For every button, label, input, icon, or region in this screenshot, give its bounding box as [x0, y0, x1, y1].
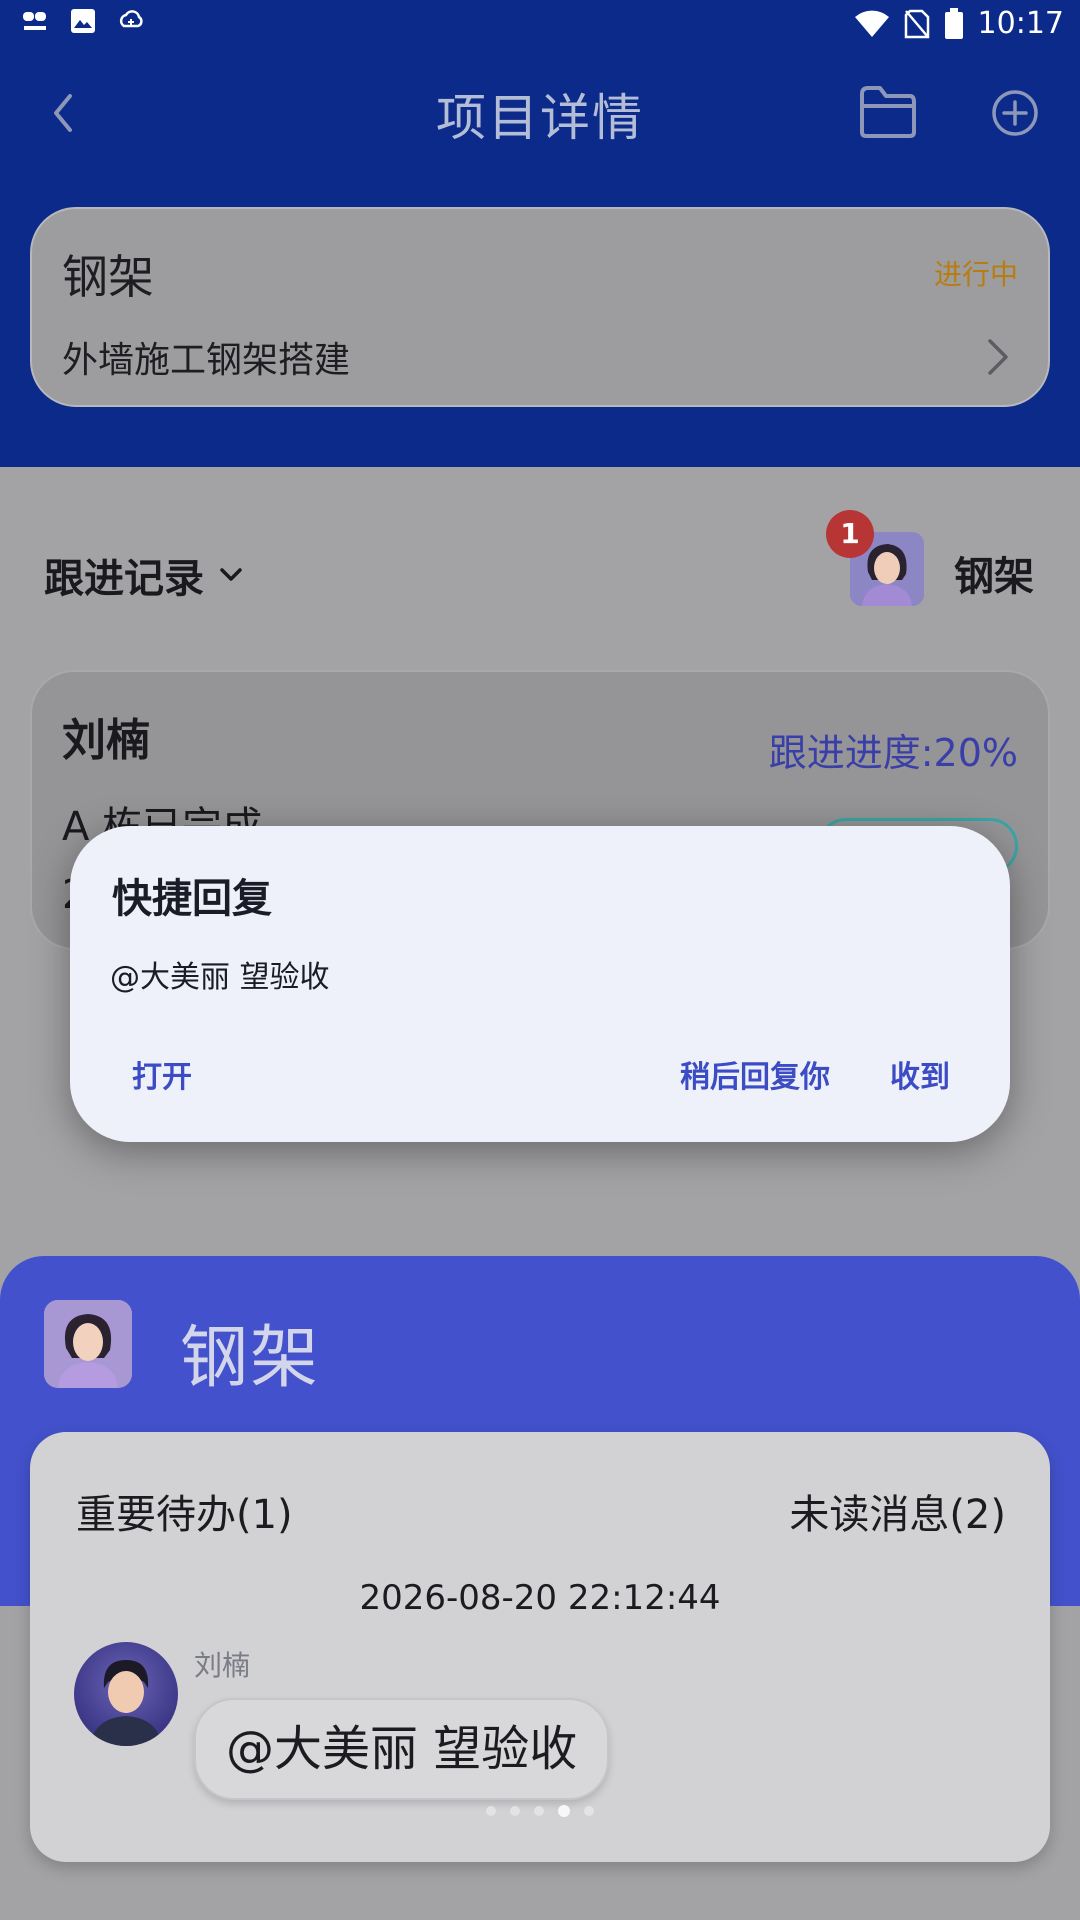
cloud-app-icon — [23, 12, 46, 30]
dialog-message: @大美丽 望验收 — [110, 960, 330, 995]
no-sim-icon — [904, 9, 929, 38]
image-icon — [71, 9, 95, 33]
notification-title: 钢架 — [180, 1319, 321, 1398]
status-bar: 10:17 — [0, 0, 1080, 50]
page-dot — [486, 1806, 496, 1816]
open-button[interactable]: 打开 — [132, 1052, 192, 1096]
chevron-down-icon — [220, 568, 242, 581]
page-title: 项目详情 — [436, 89, 644, 147]
screen: 10:17 项目详情 钢架 进行中 外墙施工钢架搭建 跟进记录 1 钢架 刘楠 … — [0, 0, 1080, 1920]
page-indicator — [0, 1805, 1080, 1817]
notification-avatar — [44, 1300, 132, 1388]
status-time: 10:17 — [977, 6, 1064, 41]
wifi-icon — [854, 10, 889, 37]
project-status-badge: 进行中 — [933, 258, 1018, 291]
project-card[interactable]: 钢架 进行中 外墙施工钢架搭建 — [30, 207, 1050, 407]
user-name: 钢架 — [954, 554, 1034, 600]
record-author: 刘楠 — [62, 715, 150, 766]
sender-avatar — [74, 1642, 178, 1746]
page-dot-active — [558, 1805, 570, 1817]
message-bubble: @大美丽 望验收 — [194, 1698, 610, 1800]
tab-important-todo[interactable]: 重要待办(1) — [76, 1482, 293, 1540]
cloud-sync-icon — [119, 10, 143, 28]
page-dot — [584, 1806, 594, 1816]
message-timestamp: 2026-08-20 22:12:44 — [359, 1578, 721, 1618]
received-button[interactable]: 收到 — [890, 1052, 950, 1096]
message-card[interactable]: 重要待办(1) 未读消息(2) 2026-08-20 22:12:44 刘楠 @… — [30, 1432, 1050, 1862]
battery-icon — [944, 7, 963, 39]
records-title: 跟进记录 — [44, 556, 204, 602]
page-dot — [534, 1806, 544, 1816]
male-avatar-icon — [90, 1660, 162, 1746]
record-progress: 跟进进度:20% — [768, 731, 1018, 775]
female-avatar-icon — [44, 1300, 132, 1388]
folder-icon[interactable] — [858, 84, 918, 140]
project-name: 钢架 — [62, 250, 154, 304]
unread-count-badge: 1 — [826, 510, 874, 558]
dialog-title: 快捷回复 — [112, 876, 272, 922]
project-description: 外墙施工钢架搭建 — [62, 340, 351, 381]
quick-reply-dialog: 快捷回复 @大美丽 望验收 打开 稍后回复你 收到 — [70, 826, 1010, 1142]
page-dot — [510, 1806, 520, 1816]
reply-later-button[interactable]: 稍后回复你 — [680, 1052, 830, 1096]
chevron-right-icon — [988, 339, 1008, 375]
sender-name: 刘楠 — [194, 1649, 251, 1682]
add-circle-icon[interactable] — [990, 88, 1040, 138]
tab-unread-messages[interactable]: 未读消息(2) — [789, 1482, 1006, 1540]
records-dropdown[interactable]: 跟进记录 — [44, 546, 246, 604]
app-header: 项目详情 — [0, 50, 1080, 175]
